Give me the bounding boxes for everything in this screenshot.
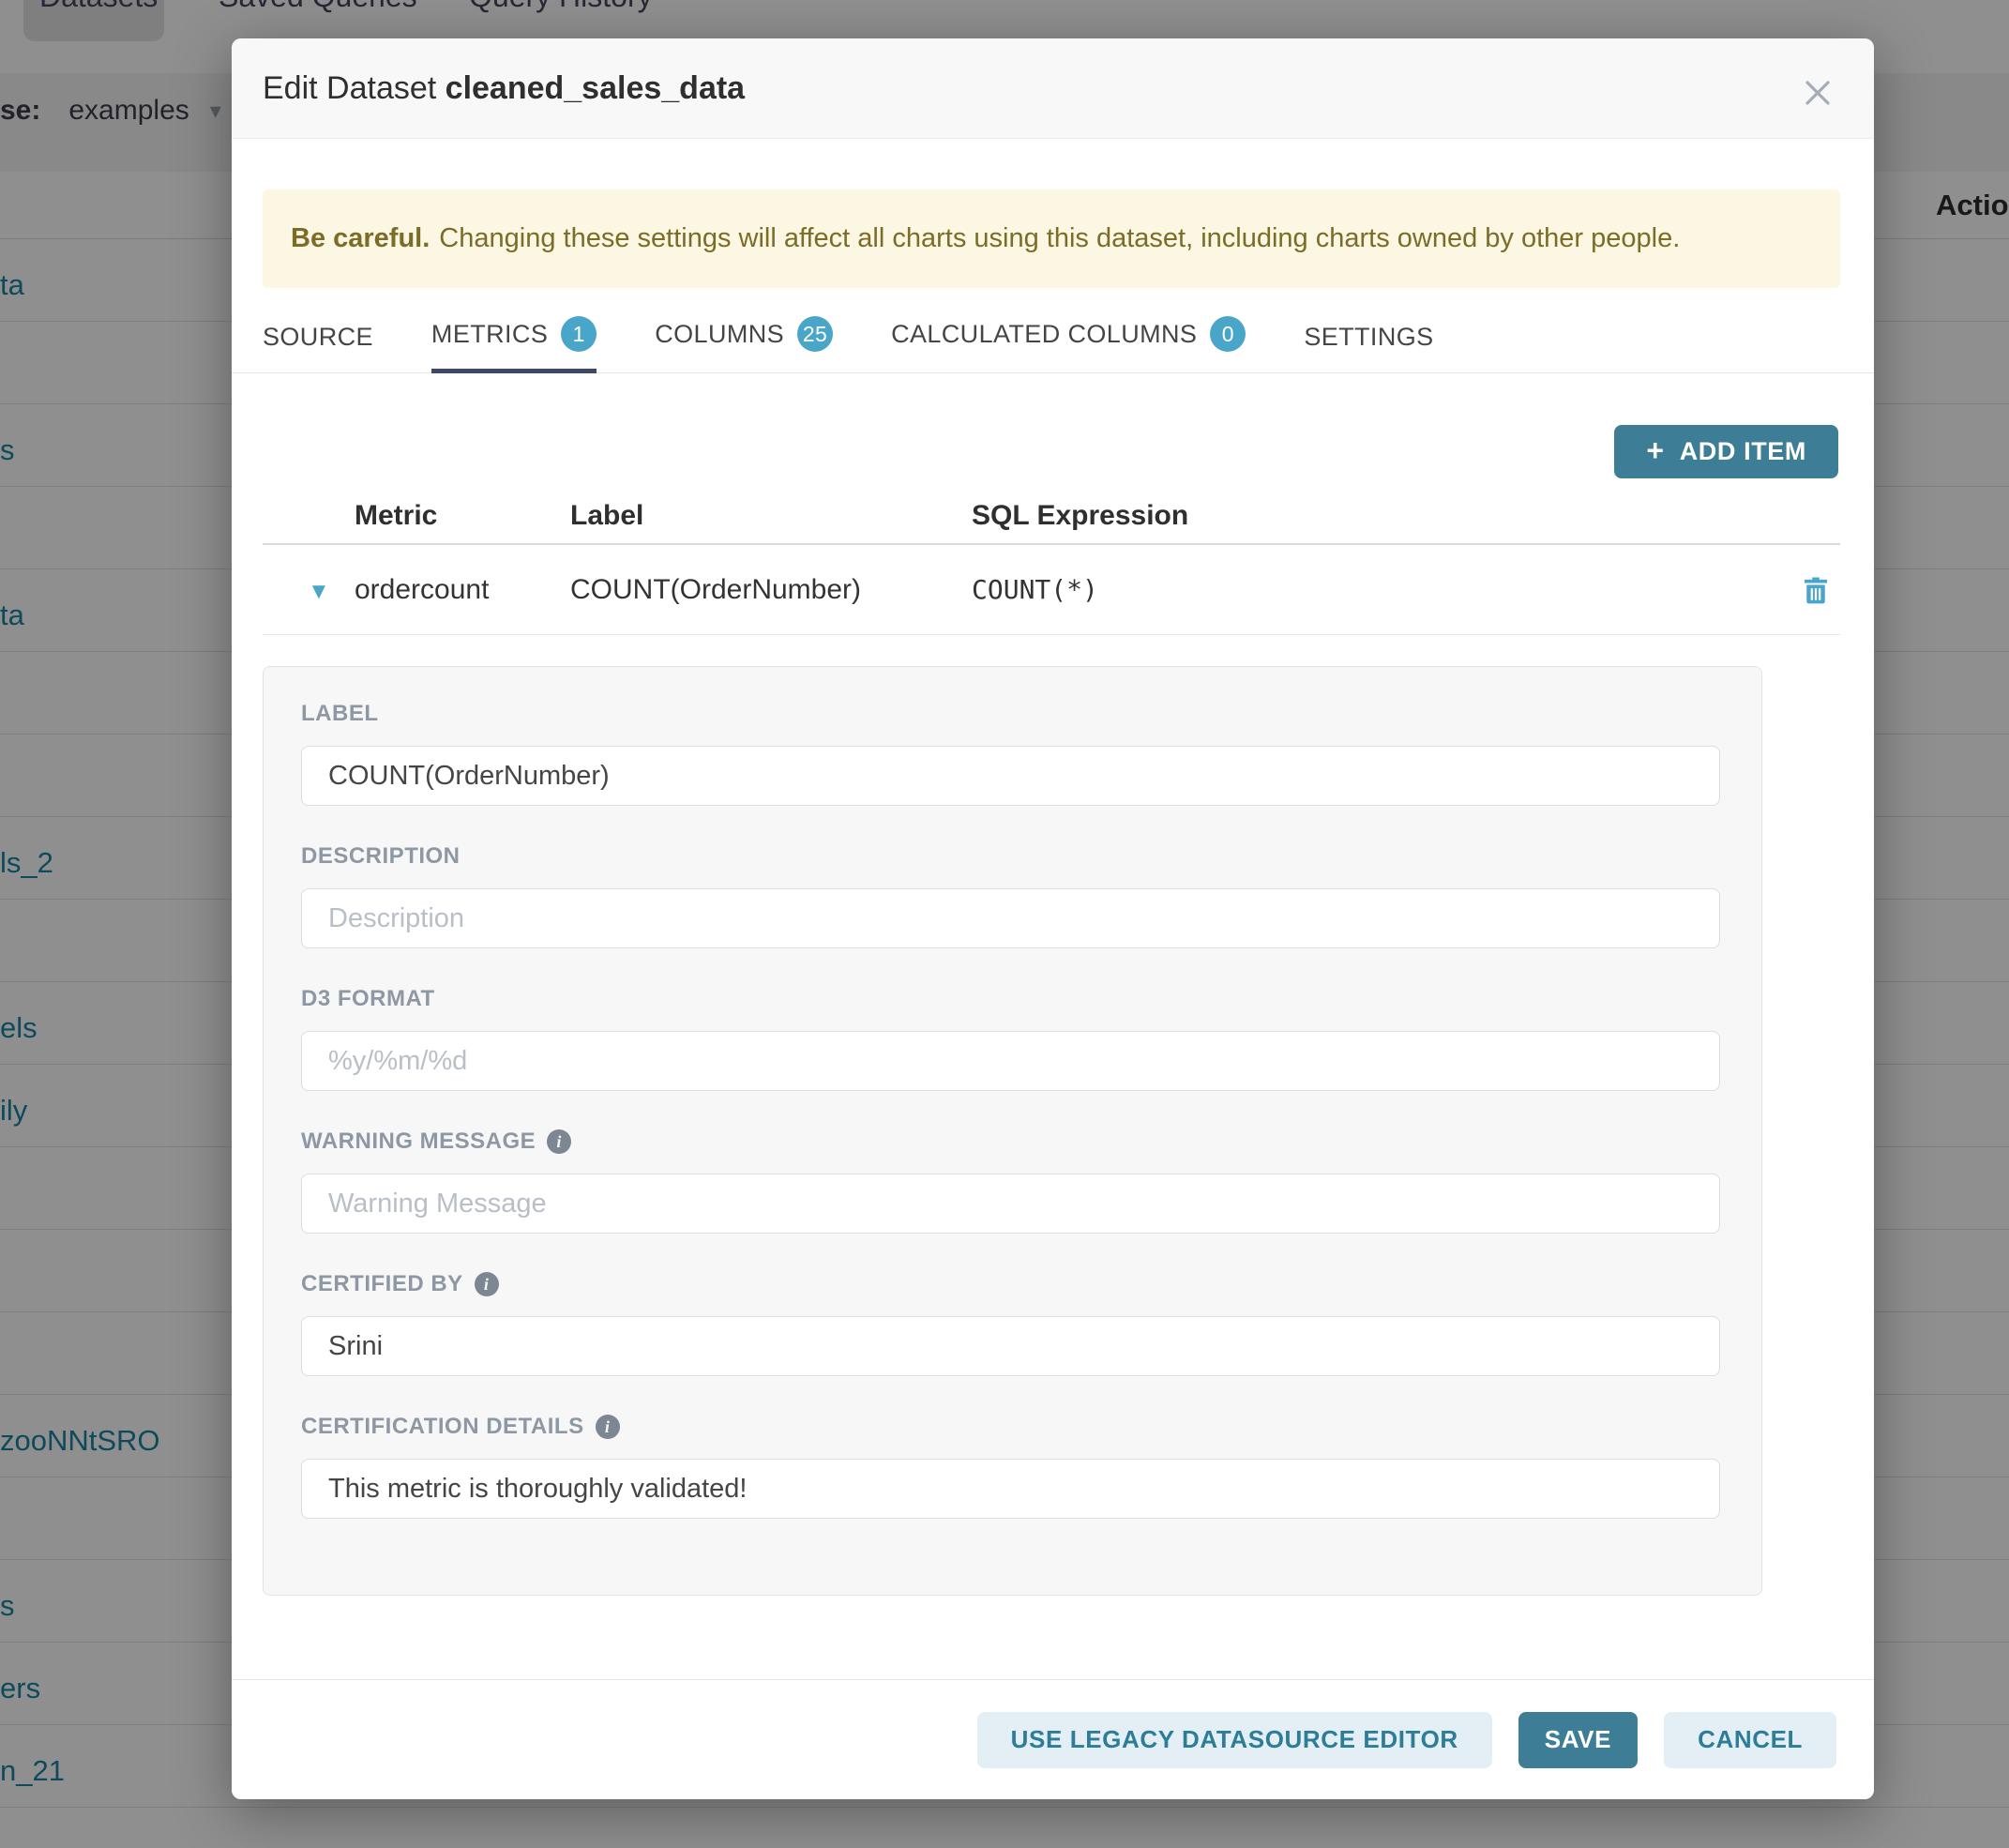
warning-message-input[interactable] <box>301 1174 1720 1234</box>
delete-metric-button[interactable] <box>1784 573 1840 607</box>
use-legacy-datasource-editor-button[interactable]: USE LEGACY DATASOURCE EDITOR <box>977 1712 1492 1768</box>
info-icon: i <box>596 1415 620 1439</box>
warning-banner-bold: Be careful. <box>291 223 430 254</box>
tab-metrics[interactable]: METRICS 1 <box>431 316 597 372</box>
tab-source[interactable]: SOURCE <box>263 323 373 372</box>
tab-label: SETTINGS <box>1304 323 1433 352</box>
plus-icon: + <box>1646 433 1664 468</box>
edit-dataset-modal: Edit Dataset cleaned_sales_data Be caref… <box>232 38 1874 1799</box>
metrics-count-badge: 1 <box>561 316 597 352</box>
label-field-label: LABEL <box>301 701 1720 727</box>
cancel-button[interactable]: CANCEL <box>1664 1712 1836 1768</box>
columns-count-badge: 25 <box>797 316 833 352</box>
col-header-label: Label <box>570 500 972 532</box>
add-item-label: ADD ITEM <box>1680 437 1806 466</box>
tab-label: METRICS <box>431 320 548 349</box>
screen: Datasets Saved Queries Query History se:… <box>0 0 2009 1848</box>
tab-label: CALCULATED COLUMNS <box>891 320 1197 349</box>
collapse-caret-icon[interactable]: ▼ <box>308 579 330 604</box>
metric-sql-cell: COUNT(*) <box>972 574 1784 605</box>
modal-tabs: SOURCE METRICS 1 COLUMNS 25 CALCULATED C… <box>232 288 1874 373</box>
save-button[interactable]: SAVE <box>1518 1712 1638 1768</box>
close-icon[interactable] <box>1801 76 1835 110</box>
tab-columns[interactable]: COLUMNS 25 <box>655 316 833 372</box>
dataset-name: cleaned_sales_data <box>446 70 745 106</box>
tab-label: SOURCE <box>263 323 373 352</box>
tab-settings[interactable]: SETTINGS <box>1304 323 1433 372</box>
add-item-button[interactable]: + ADD ITEM <box>1614 425 1838 478</box>
modal-title-prefix: Edit Dataset <box>263 70 446 106</box>
label-input[interactable] <box>301 746 1720 806</box>
metric-detail-panel: LABEL DESCRIPTION D3 FORMAT WARNING MESS… <box>263 666 1762 1596</box>
metrics-table-header-row: Metric Label SQL Expression <box>263 489 1840 545</box>
warning-message-field-group: WARNING MESSAGE i <box>301 1128 1720 1234</box>
info-icon: i <box>547 1129 571 1154</box>
certified-by-field-label: CERTIFIED BY i <box>301 1271 1720 1297</box>
d3-format-field-group: D3 FORMAT <box>301 986 1720 1091</box>
d3-format-field-label: D3 FORMAT <box>301 986 1720 1012</box>
warning-banner-text: Changing these settings will affect all … <box>439 223 1680 254</box>
description-field-label: DESCRIPTION <box>301 843 1720 870</box>
certification-details-input[interactable] <box>301 1459 1720 1519</box>
d3-format-input[interactable] <box>301 1031 1720 1091</box>
calculated-columns-count-badge: 0 <box>1210 316 1246 352</box>
label-field-group: LABEL <box>301 701 1720 806</box>
tab-label: COLUMNS <box>655 320 784 349</box>
certified-by-field-group: CERTIFIED BY i <box>301 1271 1720 1376</box>
metric-row: ▼ ordercount COUNT(OrderNumber) COUNT(*) <box>263 545 1840 635</box>
col-header-metric: Metric <box>355 500 570 532</box>
modal-header: Edit Dataset cleaned_sales_data <box>232 38 1874 139</box>
description-input[interactable] <box>301 888 1720 948</box>
tab-calculated-columns[interactable]: CALCULATED COLUMNS 0 <box>891 316 1246 372</box>
info-icon: i <box>475 1272 499 1296</box>
certified-by-input[interactable] <box>301 1316 1720 1376</box>
metrics-table: Metric Label SQL Expression ▼ ordercount… <box>263 489 1840 635</box>
warning-message-field-label: WARNING MESSAGE i <box>301 1128 1720 1155</box>
modal-footer: USE LEGACY DATASOURCE EDITOR SAVE CANCEL <box>232 1679 1874 1799</box>
certification-details-field-label: CERTIFICATION DETAILS i <box>301 1414 1720 1440</box>
modal-title: Edit Dataset cleaned_sales_data <box>263 70 745 107</box>
certification-details-field-group: CERTIFICATION DETAILS i <box>301 1414 1720 1519</box>
warning-banner: Be careful. Changing these settings will… <box>263 189 1840 288</box>
col-header-sql-expression: SQL Expression <box>972 500 1784 532</box>
description-field-group: DESCRIPTION <box>301 843 1720 948</box>
trash-icon <box>1799 573 1833 607</box>
metric-name-cell: ordercount <box>355 574 570 606</box>
metric-label-cell: COUNT(OrderNumber) <box>570 574 972 606</box>
